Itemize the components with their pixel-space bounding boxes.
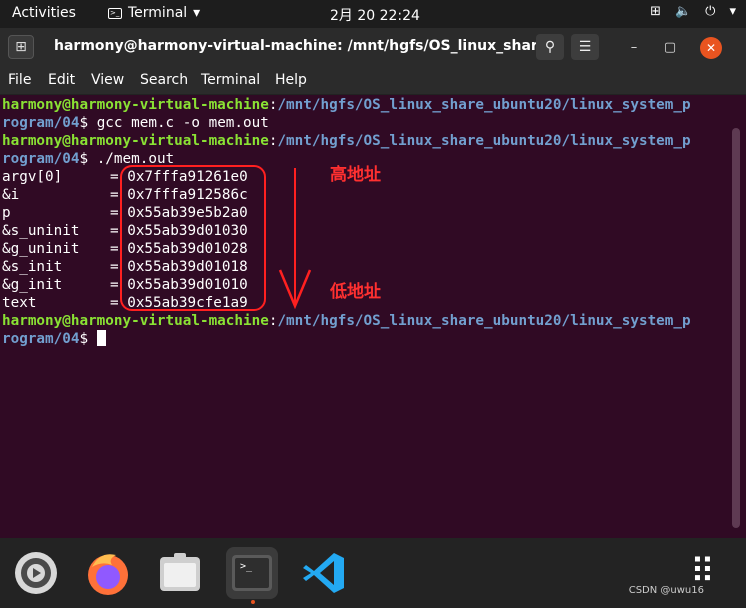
folder-icon [160,553,200,591]
power-icon[interactable]: ⏻ [705,4,715,19]
minimize-button[interactable]: – [624,38,644,58]
chevron-down-icon: ▾ [193,5,201,21]
text-cursor [96,330,106,346]
dock: >_ ⠿ CSDN @uwu16 [0,538,746,608]
volume-icon[interactable]: 🔈 [675,4,691,19]
firefox-icon [88,554,128,595]
prompt-line: harmony@harmony-virtual-machine:/mnt/hgf… [2,97,691,113]
app-name: Terminal [128,5,188,21]
menu-icon: ☰ [578,39,592,55]
arrow-down-icon [278,269,312,310]
dock-files[interactable] [154,547,206,599]
search-icon: ⚲ [544,39,556,55]
menu-view[interactable]: View [91,72,124,88]
menu-terminal[interactable]: Terminal [201,72,260,88]
title-bar[interactable]: ⊞ harmony@harmony-virtual-machine: /mnt/… [0,28,746,66]
new-tab-button[interactable]: ⊞ [8,35,34,59]
search-button[interactable]: ⚲ [536,34,564,60]
menu-help[interactable]: Help [275,72,307,88]
menu-bar: File Edit View Search Terminal Help [0,66,746,95]
prompt-line: rogram/04$ gcc mem.c -o mem.out [2,115,269,131]
close-icon: ✕ [705,41,717,55]
chevron-down-icon[interactable]: ▾ [729,4,736,19]
clock[interactable]: 2月 20 22:24 [330,5,420,25]
menu-edit[interactable]: Edit [48,72,75,88]
hamburger-menu-button[interactable]: ☰ [571,34,599,60]
address-highlight-box [120,165,266,311]
window-title: harmony@harmony-virtual-machine: /mnt/hg… [54,38,564,54]
menu-search[interactable]: Search [140,72,188,88]
network-icon[interactable]: ⊞ [650,4,661,19]
scrollbar[interactable] [732,128,740,528]
menu-file[interactable]: File [8,72,31,88]
terminal-icon [232,555,272,591]
running-indicator [251,600,255,604]
system-tray[interactable]: ⊞ 🔈 ⏻ ▾ [650,4,736,19]
top-bar: Activities >_ Terminal ▾ 2月 20 22:24 ⊞ 🔈… [0,0,746,28]
terminal-prompt-glyph: >_ [240,561,253,572]
dock-terminal[interactable]: >_ [226,547,278,599]
prompt-line: harmony@harmony-virtual-machine:/mnt/hgf… [2,313,691,329]
prompt-line: rogram/04$ [2,330,106,348]
command-text: gcc mem.c -o mem.out [96,115,269,131]
dock-firefox[interactable] [82,547,134,599]
maximize-button[interactable]: ▢ [660,38,680,58]
dock-vscode[interactable] [298,547,350,599]
dock-help-app[interactable] [10,547,62,599]
activities-button[interactable]: Activities [12,5,76,21]
prompt-line: harmony@harmony-virtual-machine:/mnt/hgf… [2,133,691,149]
help-lifebuoy-icon [15,552,57,594]
high-address-label: 高地址 [330,165,381,185]
vscode-icon [303,553,344,593]
app-menu[interactable]: >_ Terminal ▾ [108,5,200,21]
terminal-icon: >_ [108,7,122,19]
low-address-label: 低地址 [330,282,381,302]
close-button[interactable]: ✕ [700,37,722,59]
watermark: CSDN @uwu16 [628,585,704,596]
